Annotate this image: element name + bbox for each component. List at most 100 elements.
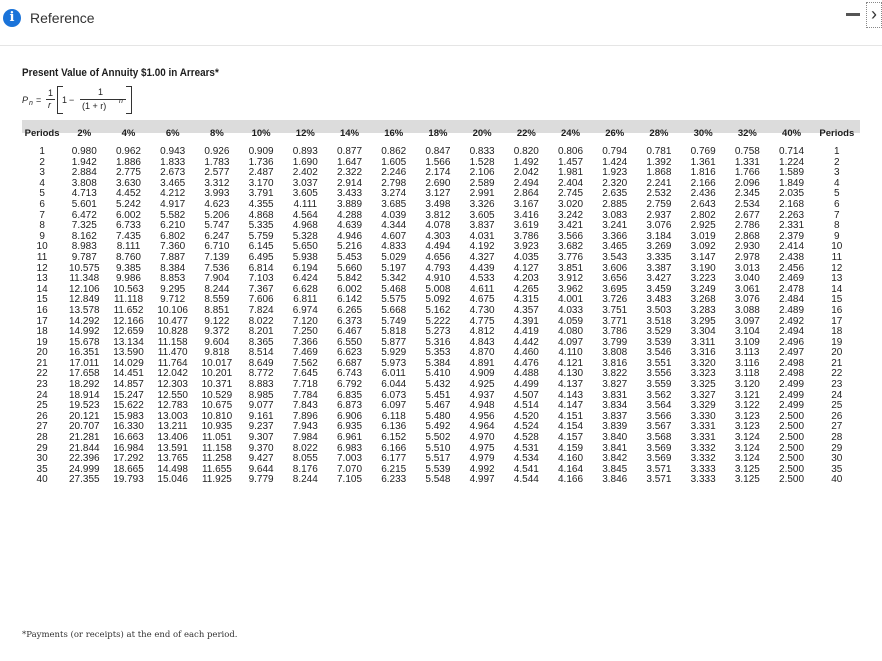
- dialog-header: i Reference ›: [0, 0, 882, 38]
- rate-header: 6%: [165, 127, 180, 139]
- table-row: 40 27.355 19.793 15.046 11.925 9.779 8.244 7.10…: [22, 475, 860, 486]
- period-cell: 11: [831, 251, 843, 263]
- value-cell: 10.106: [157, 304, 188, 316]
- value-cell: 2.500: [779, 474, 805, 486]
- period-cell: 11: [36, 251, 48, 263]
- period-cell: 1: [39, 146, 45, 157]
- rate-header: 26%: [605, 127, 625, 139]
- dialog-title: Reference: [30, 10, 95, 26]
- formula-equals: =: [36, 95, 42, 105]
- rate-header: 12%: [295, 127, 315, 139]
- formula-one-a: 1: [48, 88, 54, 98]
- value-cell: 4.544: [513, 474, 539, 486]
- rate-header: 28%: [649, 127, 669, 139]
- value-cell: 3.326: [469, 198, 495, 210]
- rate-header: 24%: [561, 127, 581, 139]
- formula-right-bracket: [126, 86, 132, 114]
- value-cell: 0.794: [602, 146, 628, 157]
- value-cell: 2.759: [646, 198, 672, 210]
- value-cell: 5.668: [381, 304, 407, 316]
- info-icon: i: [3, 9, 21, 27]
- value-cell: 4.917: [160, 198, 186, 210]
- value-cell: 3.125: [734, 474, 760, 486]
- period-cell: 16: [36, 304, 48, 316]
- value-cell: 0.714: [779, 146, 805, 157]
- minimize-icon[interactable]: [846, 13, 860, 16]
- value-cell: 7.139: [204, 251, 230, 263]
- value-cell: 5.242: [115, 198, 141, 210]
- header-divider: [0, 45, 882, 46]
- rate-header: 20%: [472, 127, 492, 139]
- rate-header: 2%: [77, 127, 92, 139]
- value-cell: 0.893: [292, 146, 318, 157]
- value-cell: 2.168: [779, 198, 805, 210]
- value-cell: 0.806: [558, 146, 584, 157]
- value-cell: 0.877: [336, 146, 363, 157]
- value-cell: 3.776: [558, 251, 584, 263]
- value-cell: 3.846: [602, 474, 628, 486]
- formula-lhs-sub: n: [29, 100, 33, 107]
- value-cell: 4.656: [425, 251, 451, 263]
- value-cell: 27.355: [68, 474, 100, 486]
- value-cell: 0.962: [115, 146, 141, 157]
- rate-header: 8%: [210, 127, 224, 139]
- table-title: Present Value of Annuity $1.00 in Arrear…: [22, 67, 219, 79]
- value-cell: 0.909: [248, 146, 274, 157]
- value-cell: 5.548: [425, 474, 451, 486]
- value-cell: 9.779: [248, 474, 274, 486]
- value-cell: 3.889: [336, 198, 363, 210]
- formula-denominator: (1 + r): [82, 101, 107, 111]
- value-cell: 0.781: [646, 146, 672, 157]
- value-cell: 11.925: [201, 474, 232, 486]
- table-header-row: Periods 2% 4% 6% 8% 10% 12% 14% 16% 18% 20% 22% 24% 2…: [22, 123, 860, 143]
- period-cell: 16: [831, 304, 843, 316]
- value-cell: 3.543: [602, 251, 628, 263]
- rate-header: 10%: [251, 127, 271, 139]
- rate-header: 30%: [693, 127, 713, 139]
- period-cell: 6: [39, 198, 45, 210]
- rate-header: 40%: [782, 127, 802, 139]
- period-cell: 40: [831, 474, 843, 486]
- footnote: *Payments (or receipts) at the end of ea…: [22, 630, 238, 640]
- rate-header: 14%: [340, 127, 360, 139]
- value-cell: 0.820: [513, 146, 539, 157]
- value-cell: 3.685: [381, 198, 407, 210]
- value-cell: 8.760: [115, 251, 141, 263]
- value-cell: 4.357: [513, 304, 539, 316]
- reference-sheet: Present Value of Annuity $1.00 in Arrear…: [22, 64, 860, 650]
- rate-header: 18%: [428, 127, 448, 139]
- rate-header: 16%: [384, 127, 404, 139]
- value-cell: 4.730: [469, 304, 495, 316]
- value-cell: 2.489: [779, 304, 805, 316]
- formula-exponent: n: [119, 98, 123, 105]
- value-cell: 4.997: [469, 474, 495, 486]
- value-cell: 0.769: [690, 146, 716, 157]
- next-arrow-icon[interactable]: ›: [866, 2, 882, 28]
- value-cell: 5.453: [336, 251, 363, 263]
- value-cell: 4.035: [513, 251, 539, 263]
- value-cell: 2.438: [779, 251, 805, 263]
- value-cell: 4.111: [293, 198, 318, 210]
- value-cell: 6.495: [248, 251, 274, 263]
- periods-header: Periods: [819, 127, 855, 139]
- value-cell: 6.974: [292, 304, 318, 316]
- table-row: 16 13.578 11.652 10.106 8.851 7.824 6.974 6.265…: [22, 304, 860, 317]
- value-cell: 19.793: [113, 474, 144, 486]
- value-cell: 3.147: [690, 251, 716, 263]
- value-cell: 2.534: [734, 198, 760, 210]
- table-row: 1 0.980 0.962 0.943 0.926 0.909 0.893 0.877 0.86…: [22, 143, 860, 158]
- value-cell: 5.938: [292, 251, 318, 263]
- value-cell: 3.751: [602, 304, 628, 316]
- value-cell: 15.046: [157, 474, 188, 486]
- value-cell: 2.643: [690, 198, 716, 210]
- value-cell: 4.355: [248, 198, 274, 210]
- period-cell: 1: [834, 146, 840, 157]
- value-cell: 0.833: [469, 146, 495, 157]
- rate-header: 22%: [516, 127, 536, 139]
- formula-r: r: [48, 100, 51, 110]
- value-cell: 0.758: [734, 146, 760, 157]
- value-cell: 4.327: [469, 251, 495, 263]
- value-cell: 8.851: [204, 304, 230, 316]
- table-row: 6 5.601 5.242 4.917 4.623 4.355 4.111 3.889 3.68…: [22, 198, 860, 211]
- value-cell: 4.166: [558, 474, 584, 486]
